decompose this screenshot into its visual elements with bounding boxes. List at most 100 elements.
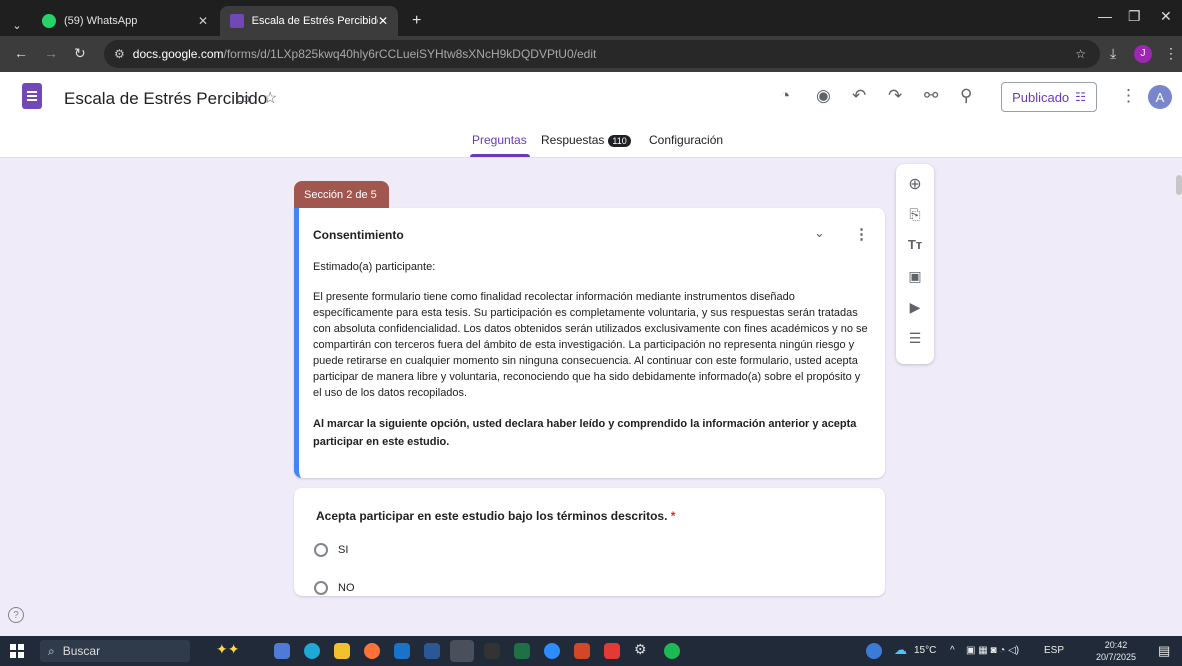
powerpoint-icon[interactable] [574, 643, 590, 659]
start-button[interactable] [10, 644, 24, 658]
file-explorer-icon[interactable] [334, 643, 350, 659]
floating-toolbar: ⊕ ⎘ Tт ▣ ▶ ☰ [896, 164, 934, 364]
browser-tab-bar: ⌄ (59) WhatsApp ✕ Escala de Estrés Perci… [0, 0, 1182, 36]
greeting-text: Estimado(a) participante: [313, 261, 436, 273]
url-path: /forms/d/1LXp825kwq40hly6rCCLueiSYHtw8sX… [223, 47, 597, 61]
epic-games-icon[interactable] [484, 643, 500, 659]
tab-questions[interactable]: Preguntas [472, 133, 527, 147]
new-tab-button[interactable]: + [402, 6, 431, 36]
address-bar: ← → ↻ ⚙ docs.google.com /forms/d/1LXp825… [0, 36, 1182, 72]
preview-eye-icon[interactable]: ◉ [816, 86, 831, 106]
settings-sliders-icon: ☷ [1075, 90, 1086, 104]
question-card[interactable]: Acepta participar en este estudio bajo l… [294, 488, 885, 596]
option-no[interactable]: NO [314, 581, 355, 595]
url-input[interactable]: ⚙ docs.google.com /forms/d/1LXp825kwq40h… [104, 40, 1100, 68]
reload-icon[interactable]: ↻ [74, 45, 86, 62]
consent-statement: Al marcar la siguiente opción, usted dec… [313, 418, 857, 448]
outlook-icon[interactable] [394, 643, 410, 659]
edge-icon[interactable] [304, 643, 320, 659]
close-window-icon[interactable]: ✕ [1160, 8, 1172, 25]
section-description[interactable]: Estimado(a) participante: El presente fo… [313, 259, 868, 465]
url-domain: docs.google.com [132, 47, 224, 61]
tab-forms[interactable]: Escala de Estrés Percibido - For ✕ [220, 6, 398, 36]
add-title-icon[interactable]: Tт [896, 237, 934, 252]
publish-button[interactable]: Publicado ☷ [1001, 82, 1097, 112]
question-text: Acepta participar en este estudio bajo l… [316, 509, 668, 523]
chrome-icon[interactable] [450, 640, 474, 662]
option-label: NO [338, 582, 355, 594]
back-icon[interactable]: ← [14, 45, 28, 61]
option-label: SI [338, 544, 349, 556]
time: 20:42 [1104, 640, 1128, 650]
forms-header: Escala de Estrés Percibido ▭ ☆ ◔ ◉ ↶ ↷ ⚯… [0, 72, 1182, 158]
add-collaborator-icon[interactable]: ⚲ [960, 86, 972, 106]
taskbar-search[interactable]: ⌕ Buscar [40, 640, 190, 662]
word-icon[interactable] [424, 643, 440, 659]
required-asterisk: * [670, 509, 676, 523]
spotify-icon[interactable] [664, 643, 680, 659]
add-question-icon[interactable]: ⊕ [896, 174, 934, 194]
windows-taskbar: ⌕ Buscar ✦✦ ⚙ ☁ 15°C ^ ▣ ▦ ◙ ◔ ◁) ESP 20… [0, 636, 1182, 666]
question-title[interactable]: Acepta participar en este estudio bajo l… [316, 509, 675, 523]
chevron-down-icon: ⌄ [12, 19, 22, 32]
maximize-icon[interactable]: ❐ [1128, 8, 1141, 25]
settings-gear-icon[interactable]: ⚙ [634, 641, 650, 657]
add-section-icon[interactable]: ☰ [896, 330, 934, 347]
folder-icon[interactable]: ▭ [236, 89, 250, 107]
section-label: Sección 2 de 5 [294, 181, 389, 209]
search-icon: ⌕ [48, 643, 55, 658]
google-forms-logo[interactable] [22, 83, 42, 109]
undo-icon[interactable]: ↶ [852, 86, 866, 106]
language-indicator[interactable]: ESP [1044, 645, 1064, 656]
consent-body: El presente formulario tiene como finali… [313, 291, 868, 399]
tab-responses[interactable]: Respuestas 110 [541, 133, 631, 147]
excel-icon[interactable] [514, 643, 530, 659]
publish-label: Publicado [1012, 89, 1070, 105]
profile-avatar[interactable]: J [1134, 45, 1152, 63]
browser-menu-icon[interactable]: ⋮ [1164, 45, 1178, 62]
redo-icon[interactable]: ↷ [888, 86, 902, 106]
temperature[interactable]: 15°C [914, 645, 936, 656]
radio-button[interactable] [314, 581, 328, 595]
add-video-icon[interactable]: ▶ [896, 299, 934, 316]
tray-icons[interactable]: ▣ ▦ ◙ ◔ ◁) [966, 645, 1019, 656]
scrollbar[interactable] [1176, 175, 1182, 195]
forms-icon [230, 14, 244, 28]
tray-overflow-icon[interactable]: ^ [950, 645, 955, 656]
import-questions-icon[interactable]: ⎘ [896, 206, 934, 223]
radio-button[interactable] [314, 543, 328, 557]
link-icon[interactable]: ⚯ [924, 86, 938, 106]
section-title[interactable]: Consentimiento [313, 228, 404, 242]
avatar[interactable]: A [1148, 85, 1172, 109]
add-image-icon[interactable]: ▣ [896, 268, 934, 285]
close-icon[interactable]: ✕ [198, 14, 208, 28]
star-icon[interactable]: ☆ [263, 88, 277, 108]
clock[interactable]: 20:42 20/7/2025 [1096, 639, 1136, 663]
section-menu-icon[interactable]: ⋮ [854, 225, 869, 243]
weather-icon[interactable]: ☁ [894, 642, 907, 658]
help-app-icon[interactable] [866, 643, 882, 659]
option-si[interactable]: SI [314, 543, 348, 557]
bookmark-star-icon[interactable]: ☆ [1075, 47, 1086, 61]
help-icon[interactable]: ? [8, 607, 24, 623]
youtube-icon[interactable] [604, 643, 620, 659]
tab-label: (59) WhatsApp [64, 15, 138, 27]
taskbar-app-icon[interactable] [274, 643, 290, 659]
zoom-icon[interactable] [544, 643, 560, 659]
site-info-icon[interactable]: ⚙ [114, 47, 125, 61]
firefox-icon[interactable] [364, 643, 380, 659]
download-icon[interactable]: ⤓ [1110, 45, 1116, 62]
tab-settings[interactable]: Configuración [649, 133, 723, 147]
whatsapp-icon [42, 14, 56, 28]
palette-icon[interactable]: ◔ [780, 86, 790, 106]
forward-icon[interactable]: → [44, 45, 58, 61]
section-header-card[interactable]: Consentimiento ⌄ ⋮ Estimado(a) participa… [294, 208, 885, 478]
search-label: Buscar [62, 644, 101, 658]
collapse-section-icon[interactable]: ⌄ [814, 225, 825, 241]
notifications-icon[interactable]: ▤ [1158, 643, 1170, 659]
close-icon[interactable]: ✕ [378, 14, 388, 28]
tab-whatsapp[interactable]: (59) WhatsApp ✕ [32, 6, 218, 36]
copilot-sparkle-icon[interactable]: ✦✦ [216, 641, 256, 657]
minimize-icon[interactable]: — [1098, 8, 1112, 24]
more-options-icon[interactable]: ⋮ [1120, 86, 1137, 106]
